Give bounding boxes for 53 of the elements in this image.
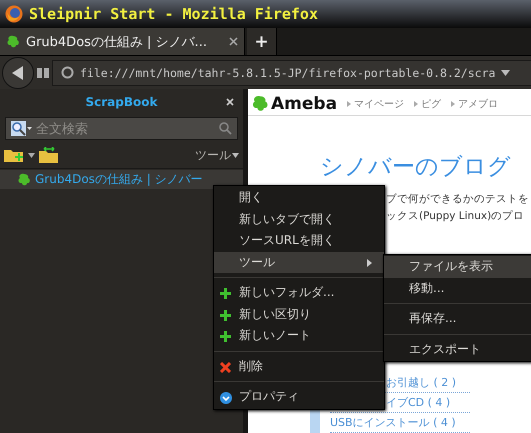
sidebar-title: ScrapBook bbox=[86, 95, 158, 109]
leaf-icon bbox=[6, 34, 20, 48]
bullet-triangle-icon bbox=[414, 100, 418, 106]
plus-icon bbox=[220, 288, 231, 299]
blog-description: ックス(Puppy Linux)のプロ bbox=[386, 209, 526, 224]
page-status-icon bbox=[61, 66, 74, 79]
blog-title: シノバーのブログ bbox=[320, 153, 512, 182]
new-folder-icon[interactable] bbox=[4, 147, 24, 163]
close-icon[interactable] bbox=[229, 37, 238, 46]
menu-item[interactable]: ファイルを表示 bbox=[384, 256, 531, 278]
dropdown-caret-icon[interactable] bbox=[501, 70, 510, 76]
back-arrow-icon bbox=[12, 66, 24, 80]
menu-item[interactable]: 新しい区切り bbox=[214, 304, 384, 325]
browser-logo-icon bbox=[5, 5, 23, 23]
menu-item[interactable]: 新しいノート bbox=[214, 325, 384, 346]
new-tab-button[interactable]: + bbox=[247, 28, 277, 55]
plus-icon bbox=[220, 331, 231, 342]
menu-item[interactable]: ツール bbox=[214, 252, 384, 273]
bullet-triangle-icon bbox=[347, 100, 352, 106]
info-icon bbox=[220, 392, 232, 404]
header-link[interactable]: マイページ bbox=[347, 96, 404, 110]
caret-icon bbox=[232, 152, 239, 158]
menu-item[interactable]: 新しいフォルダ... bbox=[214, 282, 384, 304]
bookmark-icon[interactable] bbox=[37, 66, 49, 78]
browser-tab[interactable]: Grub4Dosの仕組み | シノバ... bbox=[0, 28, 245, 55]
search-icon[interactable] bbox=[219, 122, 232, 135]
dropdown-caret-icon[interactable] bbox=[28, 152, 35, 158]
search-field[interactable]: 全文検索 bbox=[5, 117, 238, 140]
menu-item[interactable]: エクスポート bbox=[384, 338, 531, 360]
plus-icon bbox=[220, 310, 231, 320]
menu-item[interactable]: 再保存... bbox=[384, 308, 531, 330]
bullet-triangle-icon bbox=[451, 100, 456, 106]
tools-menu-button[interactable]: ツール bbox=[195, 146, 239, 164]
address-field[interactable]: file:///mnt/home/tahr-5.8.1.5-JP/firefox-portable-0.8.2/scra bbox=[52, 60, 531, 86]
header-link[interactable]: アメブロ bbox=[451, 96, 498, 110]
leaf-icon bbox=[251, 94, 269, 112]
delete-icon bbox=[220, 362, 231, 372]
folder-sync-icon[interactable] bbox=[39, 147, 59, 163]
search-options-icon[interactable] bbox=[11, 120, 33, 136]
menu-item[interactable]: 新しいタブで開く bbox=[214, 208, 384, 230]
close-icon[interactable] bbox=[226, 98, 234, 106]
tree-item[interactable]: Grub4Dosの仕組み | シノバー bbox=[0, 170, 243, 189]
back-button[interactable] bbox=[2, 56, 34, 88]
menu-item[interactable]: 開く bbox=[214, 187, 384, 208]
leaf-icon bbox=[17, 172, 31, 186]
menu-item[interactable]: ソースURLを開く bbox=[214, 230, 384, 252]
submenu-arrow-icon bbox=[367, 258, 372, 266]
blog-description: ブで何ができるかのテストを bbox=[386, 192, 530, 207]
site-logo[interactable]: Ameba bbox=[251, 94, 338, 114]
search-field[interactable]: 全文検索 bbox=[36, 121, 216, 136]
menu-item[interactable]: 移動... bbox=[384, 278, 531, 299]
window-title: Sleipnir Start - Mozilla Firefox bbox=[29, 5, 318, 23]
header-link[interactable]: ピグ bbox=[414, 96, 442, 110]
